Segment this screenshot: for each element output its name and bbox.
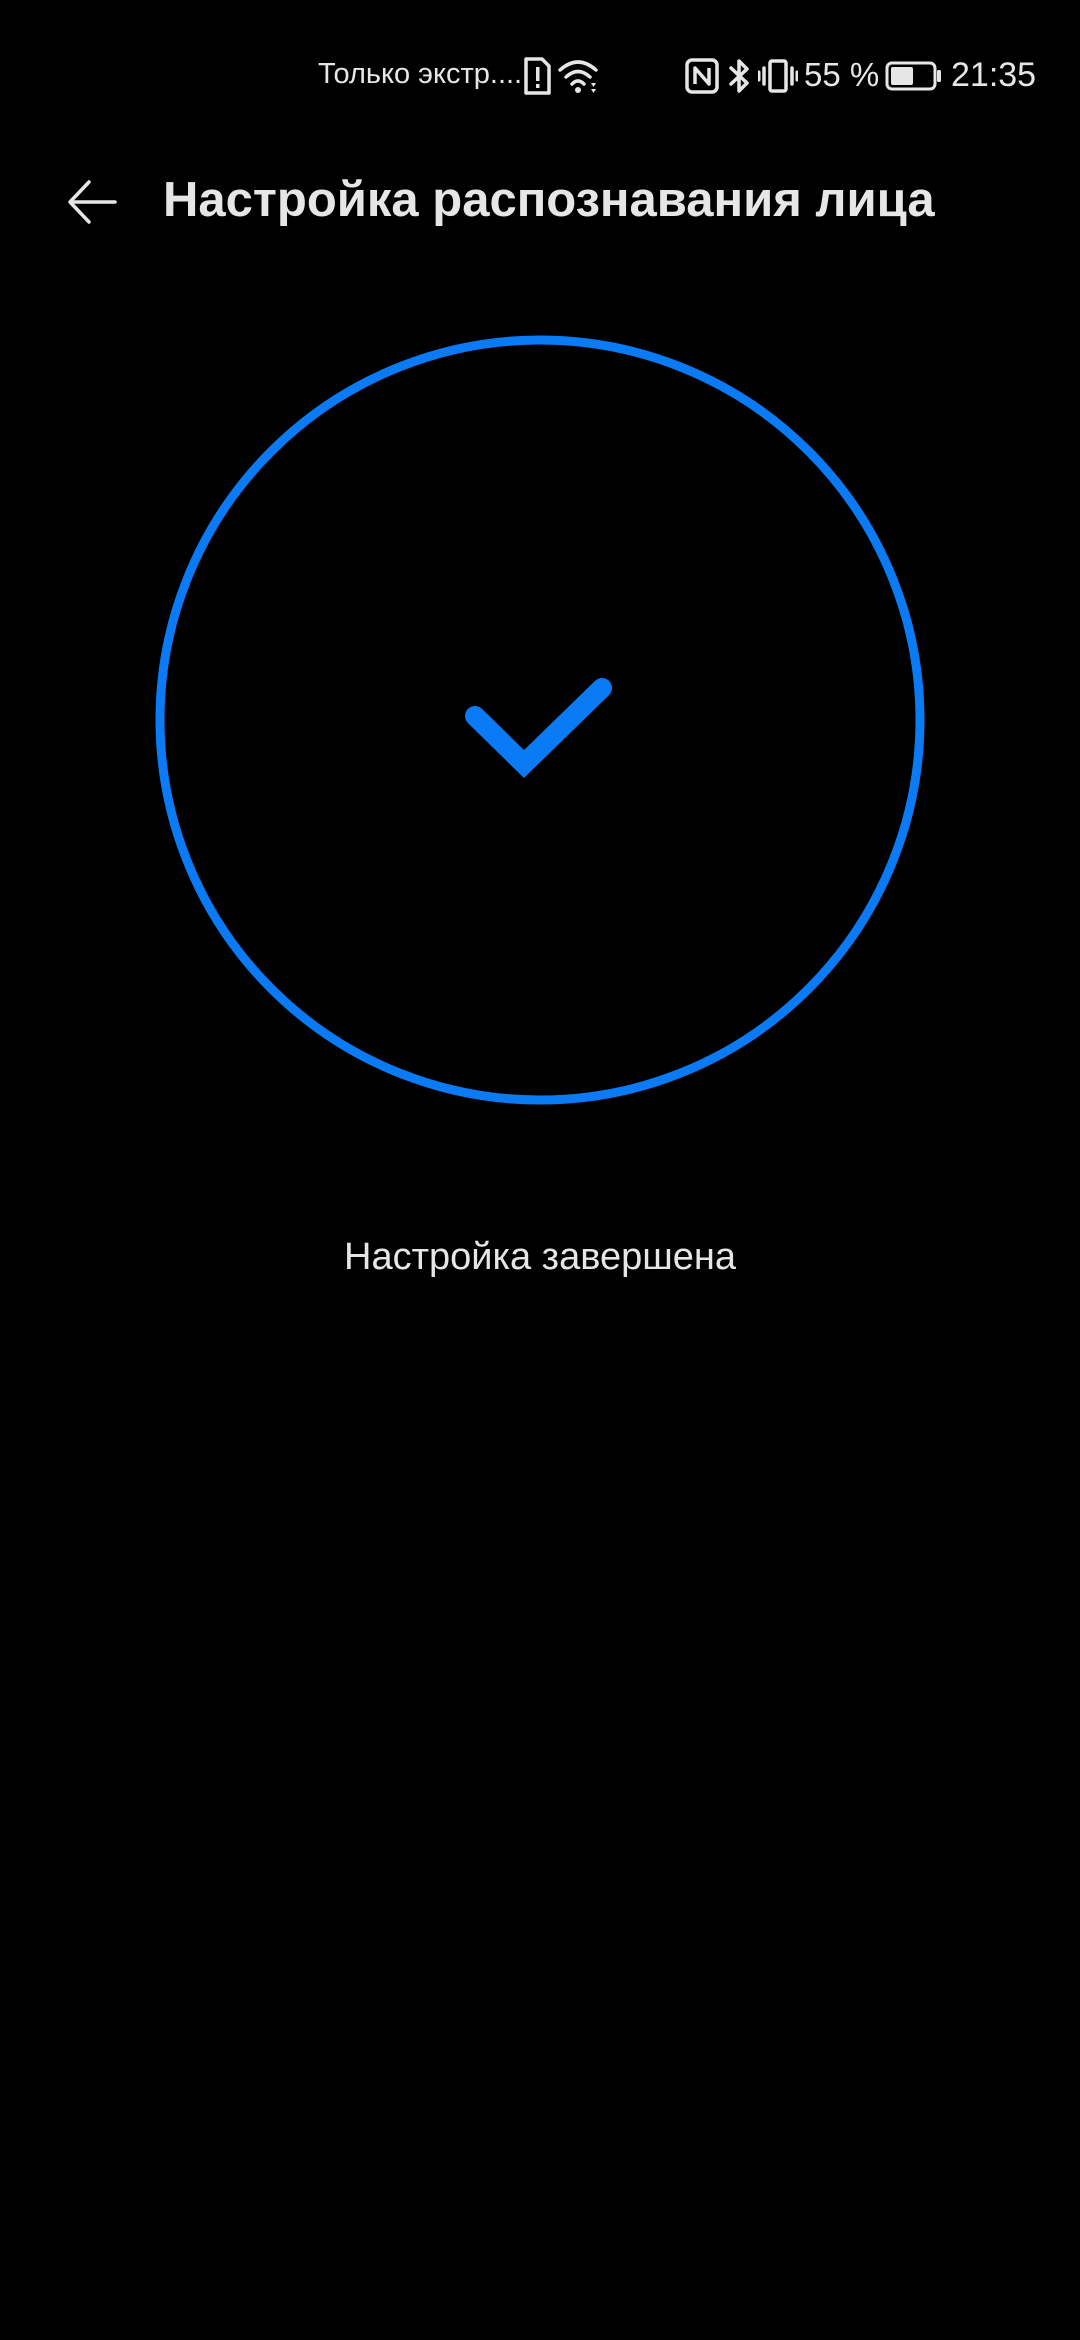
battery-fill — [891, 67, 913, 85]
nfc-icon — [685, 58, 719, 94]
vibrate-icon — [758, 59, 798, 93]
battery-icon — [885, 61, 941, 91]
page-title: Настройка распознавания лица — [163, 173, 935, 227]
back-button[interactable] — [52, 162, 132, 242]
sim-alert-icon — [524, 57, 551, 95]
bluetooth-icon — [729, 59, 749, 93]
status-bar: Только экстр.... 55 % 21:35 — [0, 0, 1080, 160]
wifi-icon — [558, 60, 598, 93]
arrow-left-icon — [68, 180, 117, 224]
carrier-label: Только экстр.... — [318, 58, 523, 90]
checkmark-icon — [465, 678, 612, 778]
clock: 21:35 — [951, 56, 1037, 94]
success-graphic — [155, 335, 925, 1105]
battery-percent: 55 % — [804, 56, 880, 93]
progress-ring — [155, 335, 925, 1105]
status-message: Настройка завершена — [344, 1236, 736, 1278]
